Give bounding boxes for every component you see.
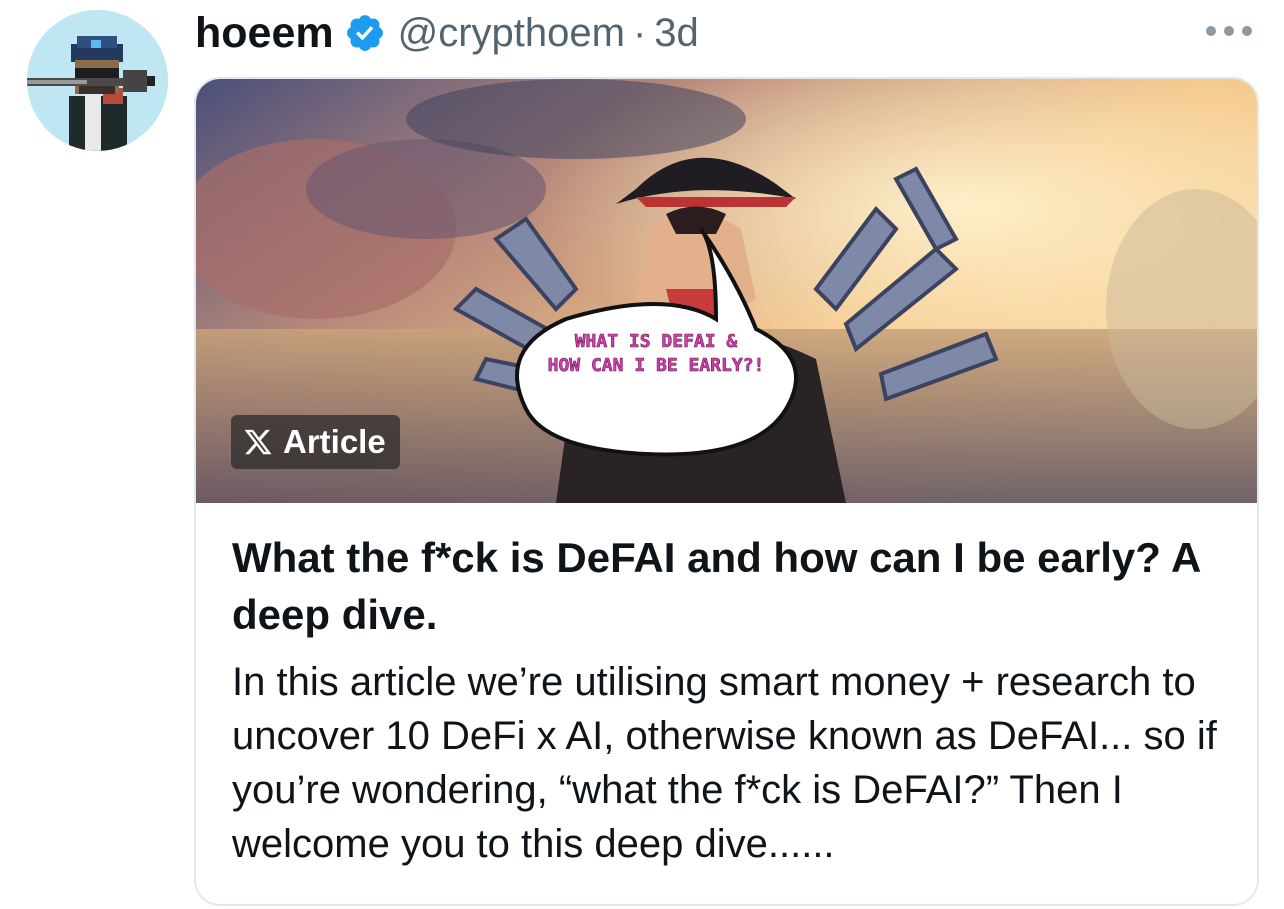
- article-badge: Article: [231, 415, 400, 469]
- avatar-image: [27, 10, 168, 151]
- more-dot: [1224, 26, 1234, 36]
- more-dot: [1242, 26, 1252, 36]
- author-name[interactable]: hoeem: [195, 9, 334, 58]
- x-logo-icon: [244, 429, 272, 455]
- separator-dot: ·: [632, 10, 647, 55]
- more-options-icon[interactable]: [1206, 24, 1252, 38]
- cover-caption-line2: HOW CAN I BE EARLY?!: [548, 355, 765, 376]
- article-card[interactable]: WHAT IS DEFAI & HOW CAN I BE EARLY?! Art…: [194, 77, 1259, 906]
- article-title[interactable]: What the f*ck is DeFAI and how can I be …: [232, 529, 1232, 643]
- author-handle[interactable]: @crypthoem: [398, 11, 625, 56]
- author-avatar[interactable]: [27, 10, 168, 151]
- article-cover-image[interactable]: WHAT IS DEFAI & HOW CAN I BE EARLY?! Art…: [196, 79, 1257, 503]
- tweet-header: hoeem @crypthoem · 3d: [195, 5, 699, 61]
- article-badge-label: Article: [283, 423, 386, 460]
- cover-caption-line1: WHAT IS DEFAI &: [575, 331, 738, 352]
- article-description: In this article we’re utilising smart mo…: [232, 660, 1217, 866]
- tweet-timestamp[interactable]: 3d: [654, 11, 699, 56]
- more-dot: [1206, 26, 1216, 36]
- verified-badge-icon: [346, 15, 383, 51]
